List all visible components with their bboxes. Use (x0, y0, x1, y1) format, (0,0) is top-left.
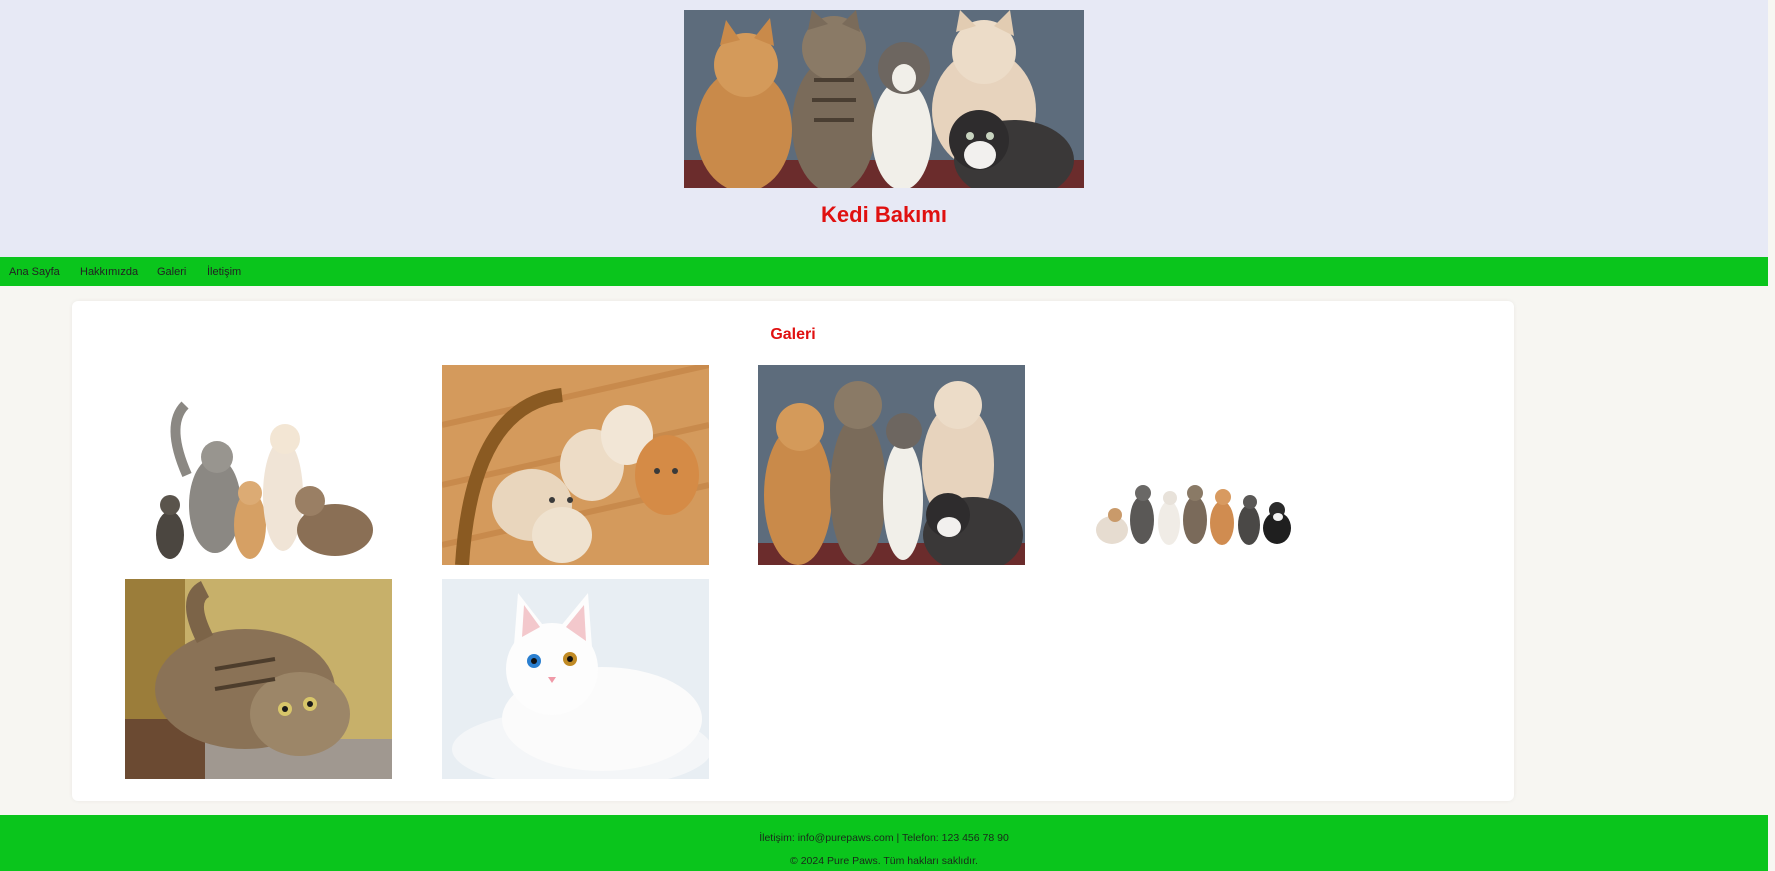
gallery-photo-cats-row[interactable] (1077, 365, 1344, 565)
site-title: Kedi Bakımı (821, 202, 947, 227)
nav-item-gallery[interactable]: Galeri (157, 266, 186, 278)
footer-contact: İletişim: info@purepaws.com | Telefon: 1… (759, 832, 1009, 844)
site-footer: İletişim: info@purepaws.com | Telefon: 1… (0, 815, 1768, 871)
nav-item-contact[interactable]: İletişim (207, 266, 241, 278)
nav-item-home[interactable]: Ana Sayfa (9, 266, 60, 278)
page: Kedi Bakımı Ana Sayfa Hakkımızda Galeri … (0, 0, 1768, 871)
header-banner-image (684, 10, 1084, 188)
gallery-photo-kittens-basket[interactable] (442, 365, 709, 565)
gallery-section: Galeri (72, 301, 1514, 801)
gallery-photo-tabby-lying[interactable] (125, 579, 392, 779)
gallery-heading: Galeri (770, 326, 816, 343)
gallery-photo-five-cats[interactable] (125, 365, 392, 565)
footer-copyright: © 2024 Pure Paws. Tüm hakları saklıdır. (790, 855, 978, 867)
main-navbar: Ana Sayfa Hakkımızda Galeri İletişim (0, 257, 1768, 286)
nav-item-about[interactable]: Hakkımızda (80, 266, 138, 278)
gallery-photo-kittens-group[interactable] (758, 365, 1025, 565)
site-header: Kedi Bakımı (0, 0, 1768, 257)
gallery-photo-white-cat[interactable] (442, 579, 709, 779)
